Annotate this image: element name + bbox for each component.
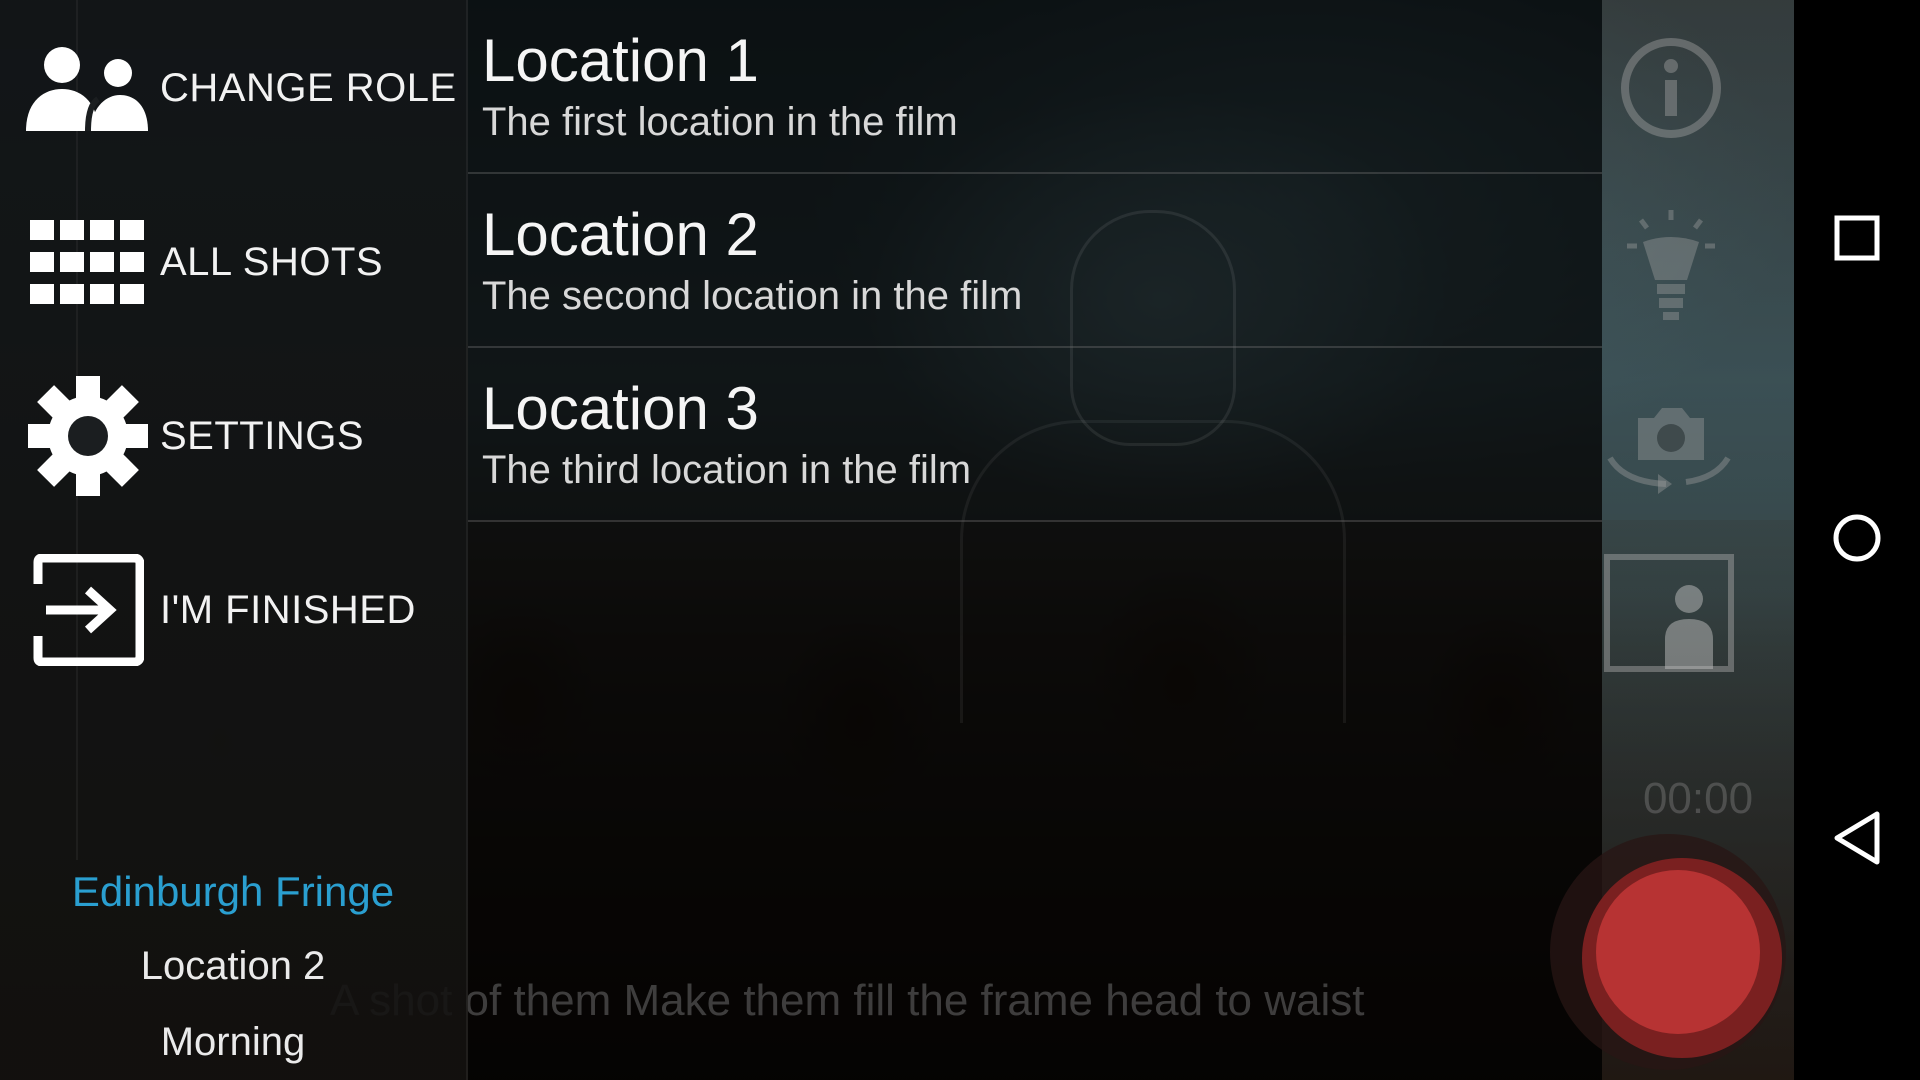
light-button[interactable] [1614, 208, 1728, 328]
home-icon [1832, 513, 1882, 568]
shot-hint: A shot of them Make them fill the frame … [330, 976, 1365, 1025]
location-item[interactable]: Location 3 The third location in the fil… [468, 348, 1602, 522]
home-button[interactable] [1794, 480, 1920, 600]
project-name: Edinburgh Fringe [71, 868, 395, 915]
location-item[interactable]: Location 1 The first location in the fil… [468, 0, 1602, 174]
gear-icon [26, 374, 150, 498]
info-button[interactable] [1614, 36, 1728, 145]
navigation-drawer: CHANGE ROLE ALL SHOTS SETTINGS I'M FINIS… [0, 0, 468, 1080]
location-title: Location 2 [482, 201, 759, 268]
settings-button[interactable]: SETTINGS [0, 366, 466, 506]
settings-label: SETTINGS [160, 413, 365, 458]
record-timer: 00:00 [1642, 774, 1754, 823]
portrait-frame-icon [1603, 553, 1735, 678]
grid-icon [26, 200, 150, 324]
location-description: The third location in the film [482, 448, 972, 492]
info-icon [1619, 36, 1723, 145]
switch-camera-icon [1604, 398, 1734, 499]
switch-camera-button[interactable] [1602, 398, 1736, 498]
current-location: Location 2 [140, 944, 326, 988]
back-button[interactable] [1794, 780, 1920, 900]
framing-button[interactable] [1602, 553, 1736, 678]
location-description: The first location in the film [482, 100, 958, 144]
finished-label: I'M FINISHED [160, 587, 416, 632]
record-icon [1596, 870, 1760, 1034]
location-title: Location 3 [482, 375, 759, 442]
recents-button[interactable] [1794, 180, 1920, 300]
all-shots-button[interactable]: ALL SHOTS [0, 192, 466, 332]
back-icon [1831, 810, 1883, 871]
all-shots-label: ALL SHOTS [160, 239, 384, 284]
app-screen: Location 1 The first location in the fil… [0, 0, 1920, 1080]
change-role-label: CHANGE ROLE [160, 65, 457, 110]
light-bulb-icon [1621, 206, 1721, 331]
finished-button[interactable]: I'M FINISHED [0, 540, 466, 680]
record-button[interactable] [1582, 858, 1782, 1058]
location-description: The second location in the film [482, 274, 1023, 318]
time-of-day: Morning [160, 1020, 306, 1064]
recents-icon [1833, 214, 1881, 267]
location-item[interactable]: Location 2 The second location in the fi… [468, 174, 1602, 348]
exit-icon [26, 548, 150, 672]
location-title: Location 1 [482, 27, 759, 94]
people-icon [26, 26, 150, 150]
location-list: Location 1 The first location in the fil… [468, 0, 1602, 522]
change-role-button[interactable]: CHANGE ROLE [0, 18, 466, 158]
